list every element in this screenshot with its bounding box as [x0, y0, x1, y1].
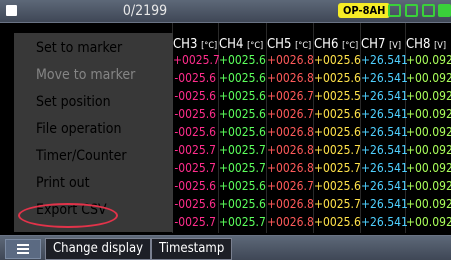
menu-item-file-operation[interactable]: File operation: [36, 117, 176, 141]
table-cell: +0026.8: [267, 197, 314, 211]
status-icon: [422, 4, 435, 17]
top-bar: 0/2199 OP-8AH: [0, 0, 451, 23]
table-cell: +26.541: [361, 89, 408, 103]
table-cell: +0025.7: [314, 197, 361, 211]
table-cell: +00.092: [406, 161, 451, 175]
table-cell: +26.541: [361, 125, 408, 139]
table-cell: +0025.6: [314, 179, 361, 193]
table-cell: +0025.7: [173, 53, 220, 67]
table-cell: +0025.6: [219, 197, 266, 211]
table-cell: +0025.7: [219, 215, 266, 229]
table-cell: +00.092: [406, 143, 451, 157]
table-cell: +00.092: [406, 179, 451, 193]
menu-item-timer-counter[interactable]: Timer/Counter: [36, 144, 176, 168]
table-cell: +0025.7: [219, 161, 266, 175]
column-header: CH3 [°C]: [173, 37, 218, 52]
record-counter: 0/2199: [122, 3, 168, 19]
model-badge: OP-8AH: [338, 3, 391, 18]
table-cell: +00.092: [406, 89, 451, 103]
table-cell: +0026.7: [267, 179, 314, 193]
table-cell: +26.541: [361, 53, 408, 67]
table-cell: -0025.6: [174, 107, 216, 121]
table-cell: +0026.8: [267, 125, 314, 139]
table-cell: +0025.5: [314, 89, 361, 103]
menu-indicator-icon[interactable]: [6, 5, 17, 16]
table-cell: -0025.6: [174, 89, 216, 103]
menu-item-set-position[interactable]: Set position: [36, 90, 176, 114]
table-cell: +0026.8: [267, 71, 314, 85]
table-cell: -0025.7: [174, 215, 216, 229]
table-cell: -0025.6: [174, 179, 216, 193]
table-cell: -0025.6: [174, 197, 216, 211]
table-cell: +0026.7: [267, 107, 314, 121]
table-cell: +00.092: [406, 215, 451, 229]
table-cell: +26.541: [361, 215, 408, 229]
table-cell: +0026.8: [267, 215, 314, 229]
link-icon: [388, 4, 401, 17]
timestamp-button[interactable]: Timestamp: [151, 238, 233, 260]
table-cell: -0025.7: [174, 143, 216, 157]
battery-icon: [438, 4, 451, 17]
table-cell: +00.092: [406, 197, 451, 211]
table-cell: +00.092: [406, 107, 451, 121]
menu-item-move-to-marker: Move to marker: [36, 67, 136, 83]
table-cell: +0025.6: [314, 215, 361, 229]
bottom-bar: Change display Timestamp: [0, 235, 451, 260]
table-cell: +0025.6: [219, 89, 266, 103]
export-csv-highlight: [18, 203, 118, 228]
table-cell: +26.541: [361, 161, 408, 175]
table-cell: -0025.6: [174, 125, 216, 139]
column-header: CH7 [V]: [361, 37, 401, 52]
table-cell: +26.541: [361, 71, 408, 85]
menu-item-set-to-marker[interactable]: Set to marker: [36, 36, 176, 60]
table-cell: -0025.7: [174, 161, 216, 175]
table-cell: +00.092: [406, 53, 451, 67]
table-cell: +26.541: [361, 179, 408, 193]
table-cell: +0026.8: [267, 53, 314, 67]
column-header: CH5 [°C]: [267, 37, 312, 52]
table-cell: +26.541: [361, 143, 408, 157]
table-cell: +0025.6: [314, 125, 361, 139]
context-menu: Set to marker Move to marker Set positio…: [14, 33, 173, 232]
table-cell: +0025.7: [314, 161, 361, 175]
column-header: CH6 [°C]: [314, 37, 359, 52]
table-cell: +26.541: [361, 107, 408, 121]
column-header: CH8 [V]: [406, 37, 446, 52]
table-cell: +0025.6: [219, 107, 266, 121]
table-cell: -0025.6: [174, 71, 216, 85]
table-cell: +0025.6: [219, 179, 266, 193]
table-cell: +0025.6: [219, 53, 266, 67]
column-header: CH4 [°C]: [219, 37, 264, 52]
table-cell: +0025.6: [314, 71, 361, 85]
table-cell: +0026.7: [267, 89, 314, 103]
table-cell: +0025.6: [219, 71, 266, 85]
table-cell: +0025.6: [314, 53, 361, 67]
table-cell: +0025.7: [219, 143, 266, 157]
table-cell: +0025.7: [314, 143, 361, 157]
table-cell: +0026.8: [267, 161, 314, 175]
menu-icon[interactable]: [5, 239, 41, 259]
table-cell: +00.092: [406, 125, 451, 139]
menu-item-print-out[interactable]: Print out: [36, 171, 176, 195]
table-cell: +0025.6: [219, 125, 266, 139]
table-cell: +26.541: [361, 197, 408, 211]
table-cell: +00.092: [406, 71, 451, 85]
change-display-button[interactable]: Change display: [45, 238, 152, 260]
table-cell: +0025.6: [314, 107, 361, 121]
sd-card-icon: [405, 4, 418, 17]
table-cell: +0026.8: [267, 143, 314, 157]
